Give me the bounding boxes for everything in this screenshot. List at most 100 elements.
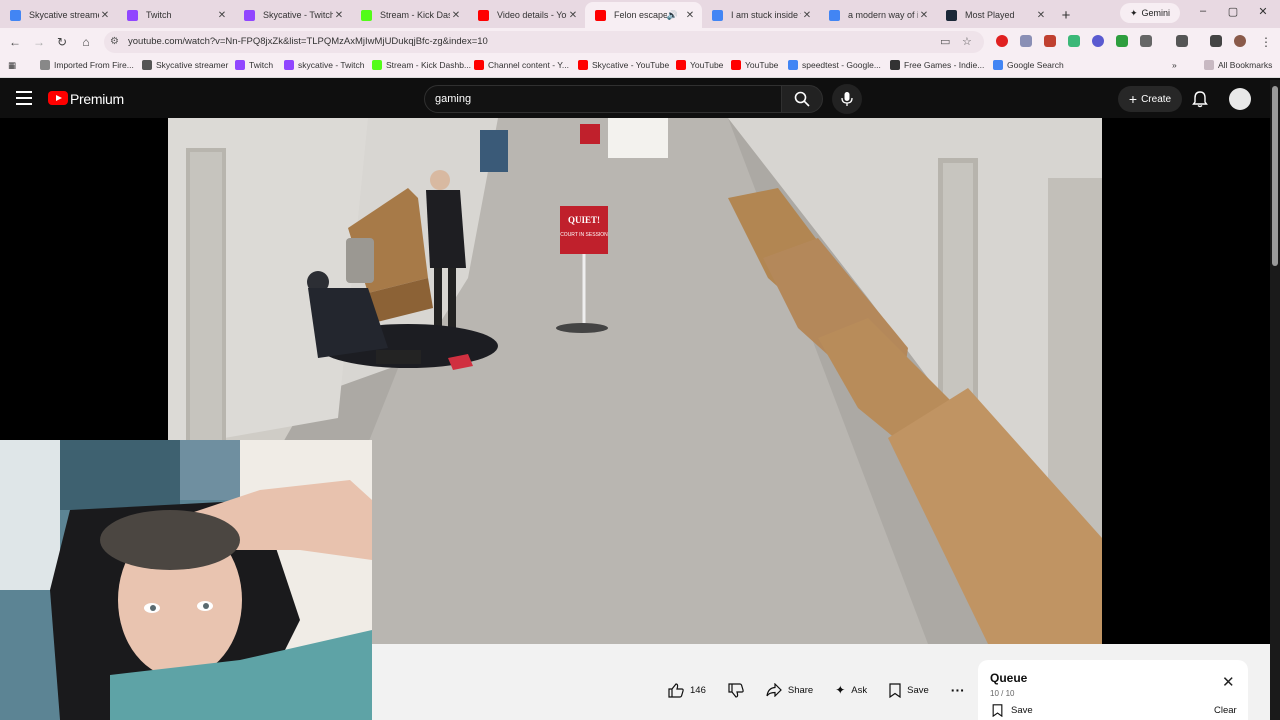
youtube-header: Premium gaming + Create <box>0 80 1280 118</box>
bookmark-item[interactable]: YouTube <box>676 60 723 70</box>
bookmark-item[interactable]: Skycative streamer <box>142 60 228 70</box>
quiet-sign-text: QUIET! <box>568 215 600 225</box>
search-input[interactable]: gaming <box>424 85 782 113</box>
reload-icon[interactable]: ↻ <box>53 33 71 51</box>
dislike-button[interactable] <box>728 682 744 698</box>
bookmarks-bar: ▦ Imported From Fire... Skycative streame… <box>0 56 1280 78</box>
queue-clear-button[interactable]: Clear <box>1214 705 1237 716</box>
bookmark-favicon-icon <box>788 60 798 70</box>
bookmark-favicon-icon <box>474 60 484 70</box>
close-tab-icon[interactable]: ✕ <box>567 10 579 21</box>
extension-icon[interactable] <box>1044 35 1056 47</box>
close-tab-icon[interactable]: ✕ <box>684 10 696 21</box>
more-bookmarks-icon[interactable]: » <box>1172 60 1177 70</box>
close-tab-icon[interactable]: ✕ <box>918 10 930 21</box>
search-button[interactable] <box>781 85 823 113</box>
bookmark-favicon-icon <box>142 60 152 70</box>
close-tab-icon[interactable]: ✕ <box>1035 10 1047 21</box>
close-tab-icon[interactable]: ✕ <box>333 10 345 21</box>
bookmark-item[interactable]: Twitch <box>235 60 273 70</box>
tab-title: Twitch <box>146 10 172 20</box>
more-horizontal-icon: ··· <box>950 682 965 698</box>
close-queue-icon[interactable]: ✕ <box>1222 673 1235 691</box>
bookmark-item[interactable]: Stream - Kick Dashb... <box>372 60 471 70</box>
minimize-icon[interactable]: – <box>1196 5 1210 17</box>
browser-tab[interactable]: I am stuck inside th ✕ <box>702 2 819 28</box>
like-count: 146 <box>690 684 706 696</box>
all-bookmarks[interactable]: All Bookmarks <box>1204 60 1272 70</box>
extension-icon[interactable] <box>1068 35 1080 47</box>
bookmark-item[interactable]: Channel content - Y... <box>474 60 569 70</box>
download-icon[interactable] <box>1116 35 1128 47</box>
share-button[interactable]: Share <box>766 683 813 697</box>
create-button[interactable]: + Create <box>1118 86 1182 112</box>
ask-button[interactable]: ✦ Ask <box>835 683 867 697</box>
extensions-puzzle-icon[interactable] <box>1140 35 1152 47</box>
browser-tab[interactable]: Felon escapes F🔊 ✕ <box>585 2 702 28</box>
bookmark-item[interactable]: Imported From Fire... <box>40 60 134 70</box>
browser-tab[interactable]: Video details - You ✕ <box>468 2 585 28</box>
forward-icon[interactable]: → <box>30 33 48 51</box>
browser-tab[interactable]: Stream - Kick Dash ✕ <box>351 2 468 28</box>
bookmark-star-icon[interactable]: ☆ <box>962 35 972 48</box>
like-button[interactable]: 146 <box>668 682 706 698</box>
share-icon <box>766 683 782 697</box>
browser-tab[interactable]: Skycative - Twitch ✕ <box>234 2 351 28</box>
close-window-icon[interactable]: ✕ <box>1256 5 1270 18</box>
bookmark-item[interactable]: Skycative - YouTube <box>578 60 669 70</box>
adblock-extension-icon[interactable] <box>996 35 1008 47</box>
voice-search-button[interactable] <box>832 84 862 114</box>
new-tab-button[interactable]: + <box>1053 2 1079 28</box>
back-icon[interactable]: ← <box>6 33 24 51</box>
speaker-icon[interactable]: 🔊 <box>667 10 678 21</box>
all-bookmarks-label: All Bookmarks <box>1218 60 1273 70</box>
address-bar[interactable]: ⚙ youtube.com/watch?v=Nn-FPQ8jxZk&list=T… <box>104 31 984 53</box>
scrollbar-thumb[interactable] <box>1272 86 1278 266</box>
hamburger-menu-icon[interactable] <box>16 91 32 105</box>
close-tab-icon[interactable]: ✕ <box>450 10 462 21</box>
google-icon <box>10 9 21 21</box>
gemini-button[interactable]: ✦ Gemini <box>1120 3 1180 23</box>
bookmark-label: Stream - Kick Dashb... <box>386 60 472 70</box>
bookmark-label: YouTube <box>690 60 724 70</box>
browser-tab[interactable]: Twitch ✕ <box>117 2 234 28</box>
bookmark-favicon-icon <box>40 60 50 70</box>
cast-icon[interactable]: ▭ <box>940 35 950 48</box>
sparkle-icon: ✦ <box>835 683 846 697</box>
close-tab-icon[interactable]: ✕ <box>99 10 111 21</box>
bookmark-item[interactable]: skycative - Twitch <box>284 60 364 70</box>
twitch-icon <box>244 9 255 21</box>
site-info-icon[interactable]: ⚙ <box>110 36 119 47</box>
browser-tab[interactable]: Skycative streamer ✕ <box>0 2 117 28</box>
bookmark-item[interactable]: Google Search <box>993 60 1064 70</box>
profile-avatar[interactable] <box>1234 35 1246 47</box>
home-icon[interactable]: ⌂ <box>77 33 95 51</box>
maximize-icon[interactable]: ▢ <box>1226 5 1240 18</box>
media-control-icon[interactable] <box>1210 35 1222 47</box>
more-actions-button[interactable]: ··· <box>951 682 965 698</box>
save-button[interactable]: Save <box>889 682 929 698</box>
browser-tab[interactable]: a modern way of in ✕ <box>819 2 936 28</box>
account-avatar[interactable] <box>1229 88 1251 110</box>
translate-extension-icon[interactable] <box>1020 35 1032 47</box>
browser-tab[interactable]: Most Played ✕ <box>936 2 1053 28</box>
more-menu-icon[interactable]: ⋮ <box>1257 33 1275 51</box>
url-text[interactable]: youtube.com/watch?v=Nn-FPQ8jxZk&list=TLP… <box>128 36 488 47</box>
close-tab-icon[interactable]: ✕ <box>801 10 813 21</box>
close-tab-icon[interactable]: ✕ <box>216 10 228 21</box>
bookmark-item[interactable]: Free Games - Indie... <box>890 60 984 70</box>
bookmark-label: Imported From Fire... <box>54 60 134 70</box>
webcam-overlay <box>0 440 372 720</box>
notifications-bell-icon[interactable] <box>1191 90 1209 108</box>
bookmark-item[interactable]: speedtest - Google... <box>788 60 881 70</box>
bookmark-item[interactable]: YouTube <box>731 60 778 70</box>
tab-search-icon[interactable] <box>1176 35 1188 47</box>
youtube-logo-icon[interactable] <box>48 91 68 105</box>
apps-icon[interactable]: ▦ <box>8 60 16 71</box>
youtube-premium-label[interactable]: Premium <box>70 91 124 107</box>
webcam-streamer-image <box>0 440 372 720</box>
tab-title: Skycative - Twitch <box>263 10 333 20</box>
page-scrollbar[interactable] <box>1270 80 1280 720</box>
queue-save-button[interactable]: Save <box>992 704 1033 717</box>
extension-icon[interactable] <box>1092 35 1104 47</box>
